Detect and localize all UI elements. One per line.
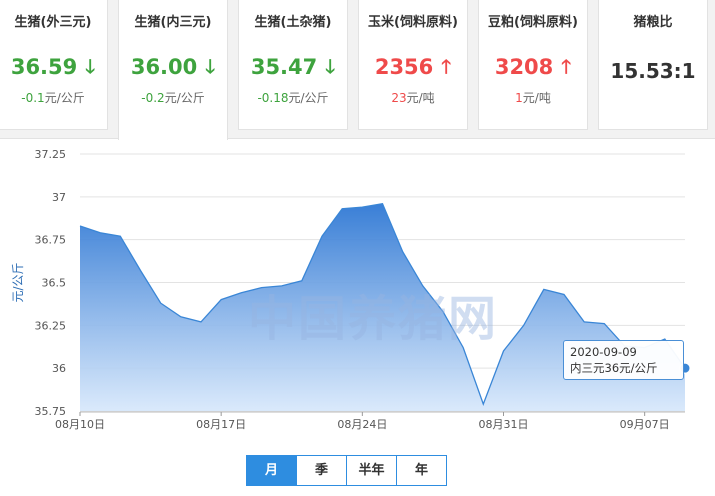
data-point (502, 349, 506, 353)
chart-tooltip: 2020-09-09 内三元36元/公斤 (563, 340, 684, 380)
x-tick-label: 08月31日 (479, 418, 529, 431)
y-tick-label: 35.75 (35, 405, 67, 418)
ratio-value: 15.53:1 (610, 59, 696, 83)
data-point (542, 287, 546, 291)
arrow-down-icon: 🡓 (205, 56, 216, 78)
data-point (239, 291, 243, 295)
price-card-4[interactable]: 豆粕(饲料原料) 3208 🡑 1元/吨 (478, 0, 588, 130)
ratio-card[interactable]: 猪粮比 15.53:1 (598, 0, 708, 130)
y-tick-label: 36.25 (35, 319, 67, 332)
y-tick-label: 36.75 (35, 234, 67, 247)
tab-year[interactable]: 年 (396, 456, 446, 485)
card-change: 1元/吨 (515, 91, 551, 105)
tab-quarter[interactable]: 季 (296, 456, 346, 485)
card-price: 3208 🡑 (494, 55, 572, 79)
tab-month[interactable]: 月 (247, 456, 296, 485)
data-point (98, 231, 102, 235)
data-point (481, 402, 485, 406)
card-title: 生猪(内三元) (134, 15, 212, 30)
data-point (522, 323, 526, 327)
data-point (401, 250, 405, 254)
y-tick-label: 37.25 (35, 148, 67, 161)
data-point (139, 269, 143, 273)
card-change: -0.2元/公斤 (141, 91, 205, 105)
data-point (179, 315, 183, 319)
range-tabs: 月 季 半年 年 (246, 455, 447, 486)
tab-half-year[interactable]: 半年 (346, 456, 396, 485)
card-price: 36.00 🡓 (130, 55, 216, 79)
x-tick-label: 08月24日 (337, 418, 387, 431)
data-point (602, 322, 606, 326)
arrow-down-icon: 🡓 (85, 56, 96, 78)
data-point (562, 292, 566, 296)
data-point (219, 298, 223, 302)
ratio-title: 猪粮比 (633, 15, 673, 30)
data-point (360, 205, 364, 209)
tooltip-date: 2020-09-09 (570, 345, 637, 359)
y-tick-label: 37 (52, 191, 66, 204)
data-point (199, 320, 203, 324)
tooltip-value: 内三元36元/公斤 (570, 361, 658, 375)
watermark: 中国养猪网 (248, 291, 499, 347)
price-card-1[interactable]: 生猪(内三元) 36.00 🡓 -0.2元/公斤 (118, 0, 228, 140)
y-tick-label: 36 (52, 362, 66, 375)
x-tick-label: 09月07日 (620, 418, 670, 431)
data-point (582, 320, 586, 324)
card-price: 36.59 🡓 (10, 55, 96, 79)
data-point (78, 224, 82, 228)
x-tick-label: 08月17日 (196, 418, 246, 431)
card-title: 豆粕(饲料原料) (488, 15, 578, 30)
arrow-down-icon: 🡓 (325, 56, 336, 78)
data-point (118, 234, 122, 238)
price-card-3[interactable]: 玉米(饲料原料) 2356 🡑 23元/吨 (358, 0, 468, 130)
card-change: -0.1元/公斤 (21, 91, 85, 105)
data-point (381, 202, 385, 206)
card-title: 玉米(饲料原料) (368, 15, 458, 30)
data-point (159, 301, 163, 305)
arrow-up-icon: 🡑 (441, 56, 452, 78)
data-point (340, 207, 344, 211)
y-tick-label: 36.5 (42, 277, 67, 290)
arrow-up-icon: 🡑 (561, 56, 572, 78)
card-change: 23元/吨 (391, 91, 435, 105)
card-title: 生猪(土杂猪) (254, 15, 332, 30)
card-title: 生猪(外三元) (14, 15, 92, 30)
chart-panel: 37.25 37 36.75 36.5 36.25 36 35.75 元/公斤 08月10日 08… (0, 138, 715, 496)
price-card-0[interactable]: 生猪(外三元) 36.59 🡓 -0.1元/公斤 (0, 0, 108, 130)
price-card-2[interactable]: 生猪(土杂猪) 35.47 🡓 -0.18元/公斤 (238, 0, 348, 130)
x-tick-label: 08月10日 (55, 418, 105, 431)
data-point (320, 234, 324, 238)
card-change: -0.18元/公斤 (257, 91, 329, 105)
y-axis-label: 元/公斤 (11, 262, 25, 302)
card-price: 2356 🡑 (374, 55, 452, 79)
card-price: 35.47 🡓 (250, 55, 336, 79)
